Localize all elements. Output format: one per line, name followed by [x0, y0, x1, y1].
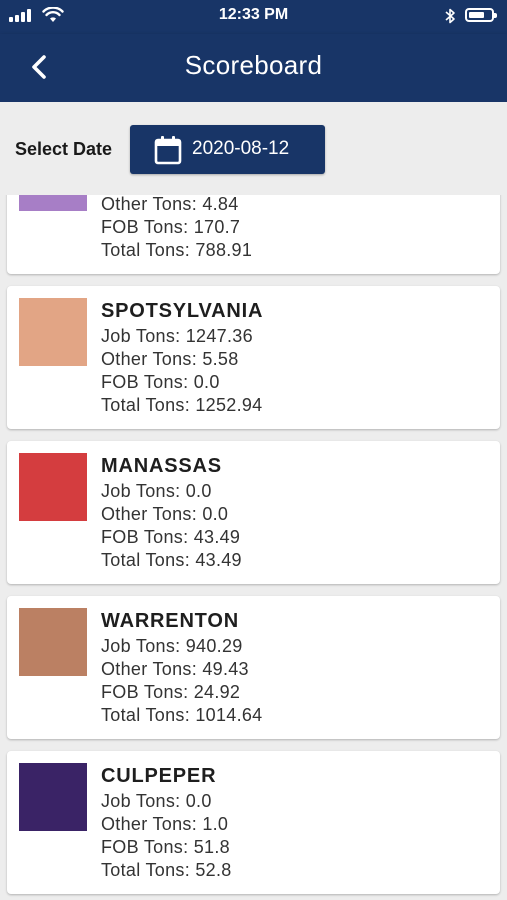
- location-color-swatch: [19, 298, 87, 366]
- location-card: MANASSAS Job Tons: 0.0 Other Tons: 0.0 F…: [7, 441, 500, 584]
- job-tons: Job Tons: 0.0: [101, 791, 212, 811]
- select-date-label: Select Date: [15, 139, 113, 159]
- total-tons: Total Tons: 43.49: [101, 550, 242, 570]
- location-card: WARRENTON Job Tons: 940.29 Other Tons: 4…: [7, 596, 500, 739]
- location-name: CULPEPER: [101, 765, 217, 787]
- fob-tons: FOB Tons: 170.7: [101, 217, 241, 237]
- location-card: Other Tons: 4.84 FOB Tons: 170.7 Total T…: [7, 195, 500, 274]
- other-tons: Other Tons: 0.0: [101, 504, 229, 524]
- location-card: CULPEPER Job Tons: 0.0 Other Tons: 1.0 F…: [7, 751, 500, 894]
- fob-tons: FOB Tons: 51.8: [101, 837, 230, 857]
- bluetooth-icon: [445, 8, 455, 24]
- status-bar: 12:33 PM: [0, 0, 507, 34]
- location-color-swatch: [19, 195, 87, 211]
- total-tons: Total Tons: 1252.94: [101, 395, 263, 415]
- battery-icon: [465, 8, 497, 22]
- scoreboard-list[interactable]: Other Tons: 4.84 FOB Tons: 170.7 Total T…: [0, 195, 507, 900]
- page-title: Scoreboard: [184, 50, 323, 80]
- date-selector: Select Date 2020-08-12: [0, 102, 507, 195]
- job-tons: Job Tons: 0.0: [101, 481, 212, 501]
- status-time: 12:33 PM: [218, 6, 289, 23]
- total-tons: Total Tons: 1014.64: [101, 705, 263, 725]
- fob-tons: FOB Tons: 43.49: [101, 527, 241, 547]
- fob-tons: FOB Tons: 24.92: [101, 682, 241, 702]
- location-color-swatch: [19, 608, 87, 676]
- job-tons: Job Tons: 1247.36: [101, 326, 253, 346]
- selected-date-value: 2020-08-12: [192, 138, 290, 159]
- date-picker-button[interactable]: 2020-08-12: [130, 125, 325, 174]
- other-tons: Other Tons: 5.58: [101, 349, 239, 369]
- other-tons: Other Tons: 1.0: [101, 814, 229, 834]
- header: Scoreboard: [0, 34, 507, 102]
- total-tons: Total Tons: 52.8: [101, 860, 232, 880]
- total-tons: Total Tons: 788.91: [101, 240, 253, 260]
- calendar-icon: [154, 136, 182, 165]
- other-tons: Other Tons: 4.84: [101, 195, 239, 214]
- other-tons: Other Tons: 49.43: [101, 659, 249, 679]
- job-tons: Job Tons: 940.29: [101, 636, 243, 656]
- location-card: SPOTSYLVANIA Job Tons: 1247.36 Other Ton…: [7, 286, 500, 429]
- fob-tons: FOB Tons: 0.0: [101, 372, 220, 392]
- location-color-swatch: [19, 453, 87, 521]
- location-name: WARRENTON: [101, 610, 239, 632]
- location-name: MANASSAS: [101, 455, 222, 477]
- location-color-swatch: [19, 763, 87, 831]
- location-name: SPOTSYLVANIA: [101, 300, 264, 322]
